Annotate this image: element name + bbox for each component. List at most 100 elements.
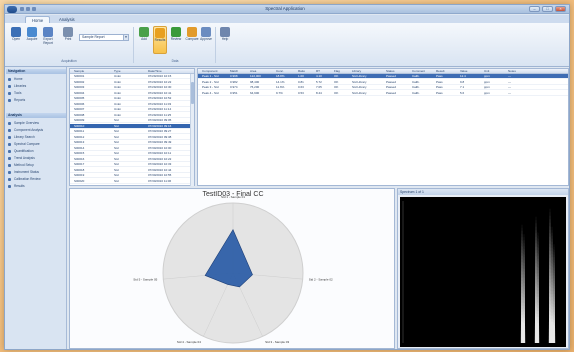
table-row[interactable]: S00015 Std 07/30/2010 10:11: [70, 151, 190, 156]
table-row[interactable]: S00008 Unkn 07/29/2010 11:25: [70, 113, 190, 118]
table-cell: Std: [114, 145, 119, 150]
maximize-button[interactable]: □: [542, 6, 553, 12]
table-cell: 18.8%: [276, 74, 285, 78]
printer-icon: [63, 27, 73, 37]
table-row[interactable]: S00013 Std 07/30/2010 09:49: [70, 140, 190, 145]
list-icon: [8, 185, 11, 188]
close-button[interactable]: ×: [555, 6, 566, 12]
app-menu-button[interactable]: [7, 6, 17, 13]
table-cell: S00009: [74, 118, 85, 122]
table-row[interactable]: S00019 Std 07/30/2010 10:55: [70, 173, 190, 178]
table-row[interactable]: S00002 Unkn 07/29/2010 10:22: [70, 80, 190, 85]
nav-item-home[interactable]: Home: [8, 76, 65, 82]
table-row[interactable]: S00010 Std 07/30/2010 09:16: [70, 123, 190, 129]
table-row[interactable]: S00009 Std 07/30/2010 09:05: [70, 118, 190, 123]
sample-grid: Sample Type Date/Time S00001 Unkn 07/29/20…: [69, 68, 195, 186]
table-cell: 4.10: [316, 74, 322, 78]
table-cell: Std: [114, 178, 119, 183]
table-cell: Unkn: [114, 85, 122, 89]
redo-icon[interactable]: [32, 7, 36, 11]
table-cell: 7.05: [316, 85, 322, 89]
table-cell: OK: [334, 85, 339, 89]
table-cell: S00001: [74, 74, 85, 78]
home-icon: [8, 78, 11, 81]
review-button[interactable]: Review: [169, 26, 183, 54]
radar-chart-panel: TestID03 - Final CC Std 1 - Sample 01 Std…: [69, 188, 395, 349]
nav-item-analysis[interactable]: Results: [8, 183, 65, 189]
left-nav-pane: Navigation Home Libraries Tools Reports …: [5, 67, 67, 349]
nav-item-libraries[interactable]: Libraries: [8, 83, 65, 89]
table-cell: Std Library: [352, 90, 367, 95]
undo-icon[interactable]: [26, 7, 30, 11]
spectrum-title: Spectrum 1 of 1: [398, 189, 568, 195]
table-row[interactable]: S00014 Std 07/30/2010 10:00: [70, 146, 190, 151]
add-button[interactable]: Add: [137, 26, 151, 54]
table-cell: 07/30/2010 09:38: [148, 134, 172, 139]
table-cell: Std: [114, 129, 119, 133]
table-row[interactable]: S00007 Unkn 07/29/2010 11:14: [70, 107, 190, 112]
table-cell: 07/30/2010 10:22: [148, 156, 172, 161]
table-row[interactable]: S00016 Std 07/30/2010 10:22: [70, 157, 190, 162]
minimize-button[interactable]: –: [529, 6, 540, 12]
nav-item-analysis[interactable]: Library Search: [8, 134, 65, 140]
nav-item-analysis[interactable]: Trend Analysis: [8, 155, 65, 161]
spectrum-peak: [522, 233, 526, 343]
print-button[interactable]: Print: [61, 26, 75, 54]
table-cell: 07/29/2010 10:41: [148, 90, 172, 95]
nav-item-analysis[interactable]: Calibration Review: [8, 176, 65, 182]
nav-item-reports[interactable]: Reports: [8, 97, 65, 103]
tab-analysis[interactable]: Analysis: [53, 16, 81, 23]
title-bar: Spectral Application – □ ×: [5, 5, 569, 14]
help-button[interactable]: Help: [218, 26, 232, 54]
table-row[interactable]: Peak 3 - Std 0.974 76,200 11.6% 0.63 7.05 OK St…: [198, 85, 568, 90]
table-row[interactable]: S00017 Std 07/30/2010 10:33: [70, 162, 190, 167]
table-cell: Std: [114, 118, 119, 122]
table-cell: S00015: [74, 151, 85, 155]
tab-home[interactable]: Home: [25, 16, 51, 23]
table-cell: —: [508, 74, 511, 78]
nav-item-analysis[interactable]: Instrument Status: [8, 169, 65, 175]
nav-item-analysis[interactable]: Quantification: [8, 148, 65, 154]
library-icon: [8, 85, 11, 88]
scroll-thumb[interactable]: [191, 82, 194, 104]
status-bar: [5, 349, 569, 350]
table-row[interactable]: S00001 Unkn 07/29/2010 10:15: [70, 74, 190, 79]
table-cell: S00020: [74, 178, 85, 183]
table-row[interactable]: Peak 1 - Std 0.998 122,000 18.8% 1.00 4.10 OK S…: [198, 74, 568, 79]
open-button[interactable]: Open: [9, 26, 23, 54]
table-row[interactable]: S00006 Unkn 07/29/2010 11:03: [70, 102, 190, 107]
results-button[interactable]: Results: [153, 26, 167, 54]
review-icon: [171, 27, 181, 37]
table-cell: —: [508, 85, 511, 89]
table-row[interactable]: Peak 2 - Std 0.982 98,400 14.1% 0.81 5.72 OK St…: [198, 80, 568, 85]
compare-button[interactable]: Compare: [185, 26, 199, 54]
table-row[interactable]: S00011 Std 07/30/2010 09:27: [70, 129, 190, 134]
table-cell: ppm: [484, 85, 490, 89]
nav-section-header: Analysis: [6, 113, 66, 118]
table-row[interactable]: S00012 Std 07/30/2010 09:38: [70, 135, 190, 140]
table-cell: Unkn: [114, 107, 122, 111]
table-cell: 0.63: [298, 85, 304, 89]
table-cell: S00006: [74, 101, 85, 106]
table-row[interactable]: S00005 Unkn 07/29/2010 10:52: [70, 96, 190, 101]
nav-item-analysis[interactable]: Component Analysis: [8, 127, 65, 133]
list-icon: [8, 164, 11, 167]
table-cell: Std Library: [352, 74, 367, 78]
report-type-select[interactable]: Sample Report ▼: [79, 34, 129, 41]
table-row[interactable]: S00003 Unkn 07/29/2010 10:30: [70, 85, 190, 90]
ribbon: Open Acquire Export Report Print Sample …: [5, 23, 569, 67]
nav-item-tools[interactable]: Tools: [8, 90, 65, 96]
export-report-button[interactable]: Export Report: [41, 26, 55, 54]
list-icon: [8, 143, 11, 146]
table-row[interactable]: S00020 Std 07/30/2010 11:06: [70, 179, 190, 184]
acquire-button[interactable]: Acquire: [25, 26, 39, 54]
table-row[interactable]: Peak 4 - Std 0.951 64,900 9.7% 0.53 8.44 OK Std…: [198, 91, 568, 96]
sample-grid-scrollbar[interactable]: [190, 74, 194, 186]
nav-item-analysis[interactable]: Sample Overview: [8, 120, 65, 126]
table-row[interactable]: S00004 Unkn 07/29/2010 10:41: [70, 91, 190, 96]
save-icon[interactable]: [20, 7, 24, 11]
approve-button[interactable]: Approve: [199, 26, 213, 54]
nav-item-analysis[interactable]: Method Setup: [8, 162, 65, 168]
table-row[interactable]: S00018 Std 07/30/2010 10:44: [70, 168, 190, 173]
nav-item-analysis[interactable]: Spectral Compare: [8, 141, 65, 147]
